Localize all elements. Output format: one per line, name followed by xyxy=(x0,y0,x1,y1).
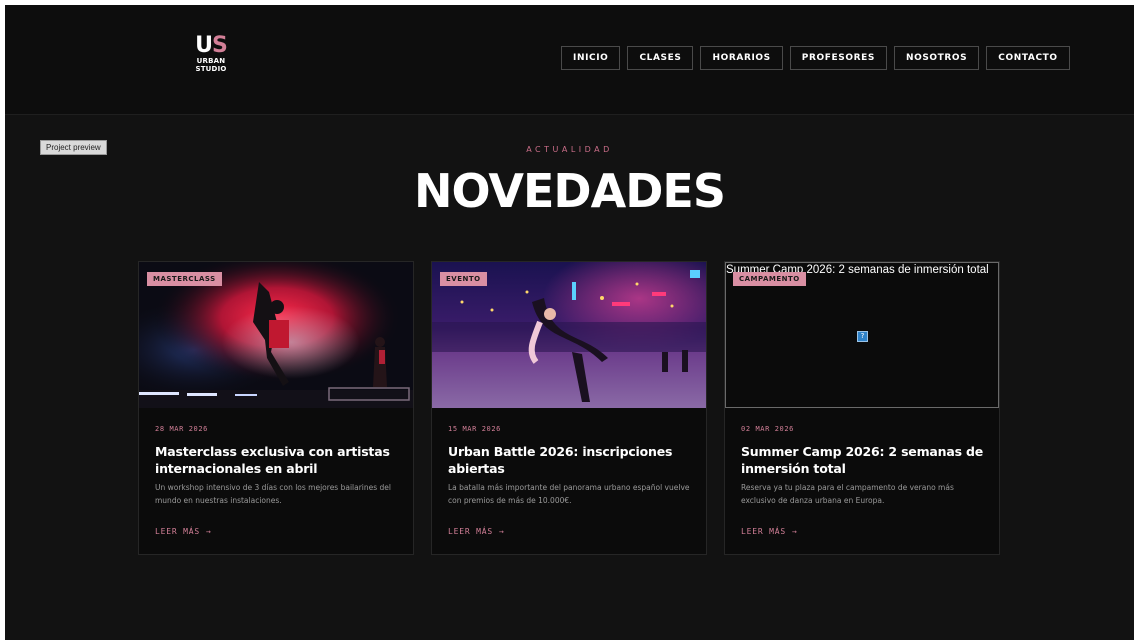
card-title[interactable]: Urban Battle 2026: inscripciones abierta… xyxy=(448,443,690,477)
nav-clases[interactable]: CLASES xyxy=(627,46,694,70)
card-tag: MASTERCLASS xyxy=(147,272,222,286)
nav-inicio[interactable]: INICIO xyxy=(561,46,621,70)
read-more-label: LEER MÁS xyxy=(741,527,786,536)
card-date: 28 MAR 2026 xyxy=(155,425,208,433)
section-kicker: ACTUALIDAD xyxy=(526,145,613,154)
logo-mark-s: S xyxy=(212,33,228,58)
card-image[interactable]: MASTERCLASS xyxy=(139,262,413,408)
nav-nosotros[interactable]: NOSOTROS xyxy=(893,46,980,70)
card-description: Un workshop intensivo de 3 días con los … xyxy=(155,483,392,505)
card-title[interactable]: Masterclass exclusiva con artistas inter… xyxy=(155,443,397,477)
logo-text-line1: URBAN xyxy=(196,57,226,65)
read-more-label: LEER MÁS xyxy=(155,527,200,536)
logo-mark: US xyxy=(195,33,228,58)
nav-horarios[interactable]: HORARIOS xyxy=(700,46,783,70)
nav-profesores[interactable]: PROFESORES xyxy=(789,46,887,70)
card-image[interactable]: EVENTO xyxy=(432,262,706,408)
news-cards: MASTERCLASS 28 MAR 2026 Masterclass excl… xyxy=(138,261,1000,555)
news-card[interactable]: EVENTO 15 MAR 2026 Urban Battle 2026: in… xyxy=(431,261,707,555)
arrow-right-icon: → xyxy=(205,527,212,536)
broken-image-icon: ? xyxy=(857,331,868,342)
read-more-link[interactable]: LEER MÁS → xyxy=(155,527,212,536)
card-body: 02 MAR 2026 Summer Camp 2026: 2 semanas … xyxy=(725,408,999,507)
card-tag: CAMPAMENTO xyxy=(733,272,806,286)
read-more-link[interactable]: LEER MÁS → xyxy=(741,527,798,536)
news-card[interactable]: MASTERCLASS 28 MAR 2026 Masterclass excl… xyxy=(138,261,414,555)
arrow-right-icon: → xyxy=(791,527,798,536)
card-description: Reserva ya tu plaza para el campamento d… xyxy=(741,483,954,505)
card-date: 15 MAR 2026 xyxy=(448,425,501,433)
main-nav: INICIO CLASES HORARIOS PROFESORES NOSOTR… xyxy=(561,46,1070,70)
logo[interactable]: US URBAN STUDIO xyxy=(191,35,231,73)
read-more-label: LEER MÁS xyxy=(448,527,493,536)
card-image[interactable]: Summer Camp 2026: 2 semanas de inmersión… xyxy=(725,262,999,408)
logo-mark-u: U xyxy=(195,33,213,58)
card-body: 15 MAR 2026 Urban Battle 2026: inscripci… xyxy=(432,408,706,507)
card-date: 02 MAR 2026 xyxy=(741,425,794,433)
card-body: 28 MAR 2026 Masterclass exclusiva con ar… xyxy=(139,408,413,507)
news-card[interactable]: Summer Camp 2026: 2 semanas de inmersión… xyxy=(724,261,1000,555)
nav-contacto[interactable]: CONTACTO xyxy=(986,46,1070,70)
logo-text-line2: STUDIO xyxy=(195,65,227,73)
read-more-link[interactable]: LEER MÁS → xyxy=(448,527,505,536)
card-description: La batalla más importante del panorama u… xyxy=(448,483,690,505)
card-tag: EVENTO xyxy=(440,272,487,286)
arrow-right-icon: → xyxy=(498,527,505,536)
section-title: NOVEDADES xyxy=(414,164,726,218)
page: US URBAN STUDIO INICIO CLASES HORARIOS P… xyxy=(5,5,1134,640)
card-title[interactable]: Summer Camp 2026: 2 semanas de inmersión… xyxy=(741,443,983,477)
site-header: US URBAN STUDIO INICIO CLASES HORARIOS P… xyxy=(5,5,1134,115)
